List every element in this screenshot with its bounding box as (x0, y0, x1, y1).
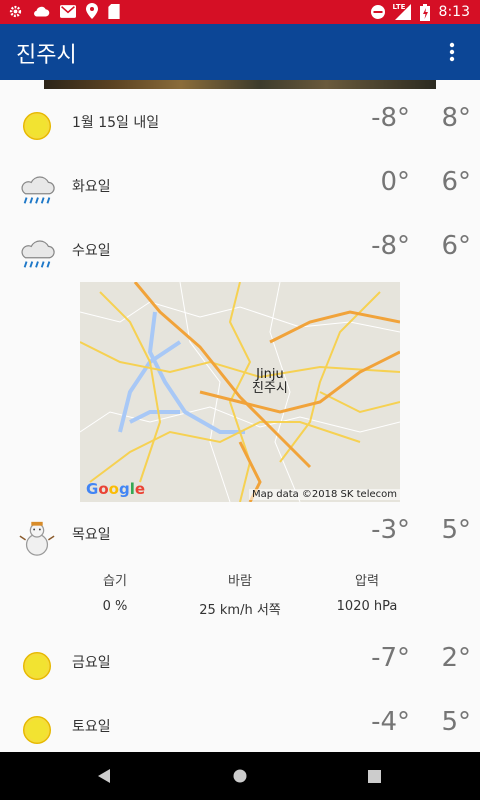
low-temp: -3° (371, 515, 410, 545)
rain-cloud-icon (21, 176, 55, 204)
clock: 8:13 (438, 4, 470, 20)
location-map[interactable]: Jinju 진주시 Google Map data ©2018 SK telec… (80, 282, 400, 502)
high-temp: 6° (441, 231, 471, 261)
sd-card-icon (108, 3, 120, 19)
forecast-row[interactable]: 수요일 -8° 6° (0, 223, 480, 279)
recents-icon (367, 769, 381, 783)
forecast-row[interactable]: 목요일 -3° 5° (0, 507, 480, 563)
status-bar: LTE 8:13 (0, 0, 480, 24)
day-label: 토요일 (72, 719, 111, 735)
sun-icon (22, 651, 52, 681)
back-button[interactable] (92, 764, 116, 788)
signal-icon: LTE (392, 3, 411, 20)
forecast-details: 습기 0 % 바람 25 km/h 서쪽 압력 1020 hPa (0, 570, 480, 630)
day-label: 1월 15일 내일 (72, 115, 160, 131)
pressure-value: 1020 hPa (336, 599, 398, 614)
map-attribution: Map data ©2018 SK telecom (248, 489, 400, 500)
back-icon (98, 769, 110, 783)
mail-icon (60, 4, 76, 18)
sun-icon (22, 111, 52, 141)
page-title: 진주시 (16, 43, 77, 68)
pressure-detail: 압력 1020 hPa (287, 570, 447, 614)
high-temp: 5° (441, 707, 471, 737)
forecast-row[interactable]: 1월 15일 내일 -8° 8° (0, 95, 480, 151)
map-city-label: Jinju 진주시 (252, 367, 288, 396)
low-temp: -8° (371, 231, 410, 261)
navigation-bar (0, 752, 480, 800)
home-icon (233, 769, 247, 783)
day-label: 금요일 (72, 655, 111, 671)
day-label: 목요일 (72, 527, 111, 543)
high-temp: 6° (441, 167, 471, 197)
overflow-menu-button[interactable] (432, 32, 472, 72)
forecast-row[interactable]: 토요일 -4° 5° (0, 699, 480, 755)
cloud-icon (33, 5, 50, 18)
low-temp: -7° (371, 643, 410, 673)
location-icon (86, 3, 98, 19)
day-label: 화요일 (72, 179, 111, 195)
sun-icon (22, 715, 52, 745)
high-temp: 2° (441, 643, 471, 673)
pressure-label: 압력 (355, 574, 379, 589)
high-temp: 5° (441, 515, 471, 545)
battery-icon (419, 3, 430, 21)
google-logo: Google (86, 480, 146, 498)
settings-icon (8, 4, 23, 19)
network-type: LTE (392, 3, 406, 11)
forecast-row[interactable]: 금요일 -7° 2° (0, 635, 480, 691)
app-bar: 진주시 (0, 24, 480, 80)
high-temp: 8° (441, 103, 471, 133)
home-button[interactable] (228, 764, 252, 788)
header-image (44, 80, 436, 89)
do-not-disturb-icon (370, 4, 386, 20)
recents-button[interactable] (362, 764, 386, 788)
low-temp: -8° (371, 103, 410, 133)
low-temp: -4° (371, 707, 410, 737)
snowman-icon (19, 521, 55, 556)
more-vert-icon (449, 42, 455, 62)
forecast-row[interactable]: 화요일 0° 6° (0, 159, 480, 215)
day-label: 수요일 (72, 243, 111, 259)
low-temp: 0° (380, 167, 410, 197)
rain-cloud-icon (21, 240, 55, 268)
